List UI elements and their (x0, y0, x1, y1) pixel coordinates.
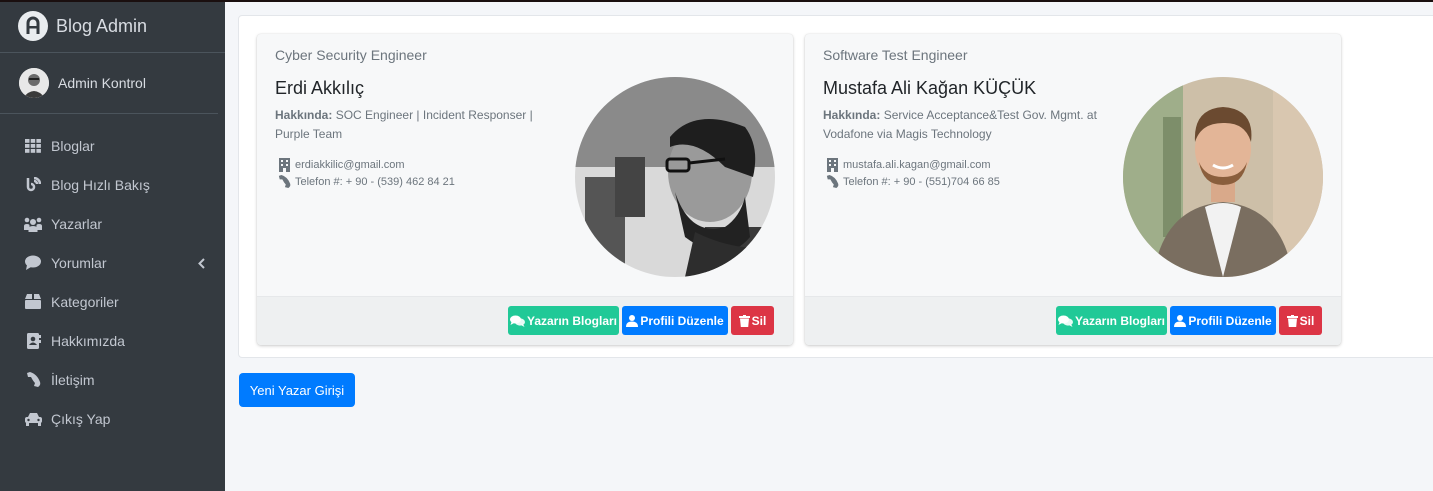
sidebar-item-hakkimizda[interactable]: Hakkımızda (0, 321, 225, 360)
building-icon (277, 158, 291, 172)
brand-link[interactable]: Blog Admin (0, 0, 225, 53)
phone-icon (24, 371, 42, 389)
sidebar-item-label: Blog Hızlı Bakış (51, 176, 150, 193)
sidebar-item-label: İletişim (51, 371, 95, 388)
author-phone: Telefon #: + 90 - (539) 462 84 21 (277, 175, 455, 188)
author-name: Erdi Akkılıç (275, 78, 365, 98)
main-content: Cyber Security Engineer Erdi Akkılıç Hak… (225, 0, 1433, 491)
author-title: Software Test Engineer (823, 47, 968, 63)
sidebar-item-label: Kategoriler (51, 293, 119, 310)
user-panel[interactable]: Admin Kontrol (0, 53, 218, 114)
sidebar: Blog Admin Admin Kontrol Bloglar Blog Hı… (0, 0, 225, 491)
sidebar-item-bloglar[interactable]: Bloglar (0, 126, 225, 165)
comment-icon (24, 254, 42, 272)
edit-profile-button[interactable]: Profili Düzenle (1170, 306, 1276, 335)
new-author-button[interactable]: Yeni Yazar Girişi (239, 373, 355, 407)
delete-button[interactable]: Sil (1279, 306, 1322, 335)
sidebar-item-yazarlar[interactable]: Yazarlar (0, 204, 225, 243)
author-name: Mustafa Ali Kağan KÜÇÜK (823, 78, 1037, 98)
user-icon (626, 314, 639, 327)
trash-icon (738, 314, 750, 327)
grid-icon (24, 137, 42, 155)
user-name: Admin Kontrol (58, 75, 146, 91)
card-footer: Yazarın Blogları Profili Düzenle Sil (805, 296, 1341, 345)
sidebar-item-label: Çıkış Yap (51, 410, 111, 427)
author-photo (575, 77, 775, 277)
users-icon (24, 215, 42, 233)
trash-icon (1286, 314, 1298, 327)
author-card: Cyber Security Engineer Erdi Akkılıç Hak… (257, 34, 793, 345)
car-icon (24, 410, 42, 428)
author-photo (1123, 77, 1323, 277)
avatar (19, 68, 49, 98)
chevron-left-icon[interactable] (198, 256, 205, 272)
authors-panel: Cyber Security Engineer Erdi Akkılıç Hak… (238, 15, 1433, 358)
comments-icon (1057, 315, 1073, 327)
sidebar-nav: Bloglar Blog Hızlı Bakış Yazarlar Yoruml… (0, 114, 225, 438)
author-title: Cyber Security Engineer (275, 47, 427, 63)
sidebar-item-label: Hakkımızda (51, 332, 125, 349)
user-icon (1174, 314, 1187, 327)
sidebar-item-cikis-yap[interactable]: Çıkış Yap (0, 399, 225, 438)
author-phone: Telefon #: + 90 - (551)704 66 85 (825, 175, 1000, 188)
sidebar-item-kategoriler[interactable]: Kategoriler (0, 282, 225, 321)
sidebar-item-label: Yorumlar (51, 254, 107, 271)
phone-icon (277, 175, 291, 188)
about-label: Hakkında: (823, 108, 881, 122)
comments-icon (509, 315, 525, 327)
edit-profile-button[interactable]: Profili Düzenle (622, 306, 728, 335)
author-card: Software Test Engineer Mustafa Ali Kağan… (805, 34, 1341, 345)
author-blogs-button[interactable]: Yazarın Blogları (1056, 306, 1167, 335)
building-icon (825, 158, 839, 172)
sidebar-item-label: Bloglar (51, 137, 95, 154)
sidebar-item-blog-hizli-bakis[interactable]: Blog Hızlı Bakış (0, 165, 225, 204)
blog-icon (24, 176, 42, 194)
brand-logo-icon (18, 11, 48, 41)
card-footer: Yazarın Blogları Profili Düzenle Sil (257, 296, 793, 345)
delete-button[interactable]: Sil (731, 306, 774, 335)
author-email: erdiakkilic@gmail.com (277, 158, 405, 172)
sidebar-item-iletisim[interactable]: İletişim (0, 360, 225, 399)
sidebar-item-yorumlar[interactable]: Yorumlar (0, 243, 225, 282)
author-blogs-button[interactable]: Yazarın Blogları (508, 306, 619, 335)
sidebar-item-label: Yazarlar (51, 215, 103, 232)
about-label: Hakkında: (275, 108, 333, 122)
author-email: mustafa.ali.kagan@gmail.com (825, 158, 991, 172)
phone-icon (825, 175, 839, 188)
author-about: Hakkında: Service Acceptance&Test Gov. M… (823, 106, 1115, 144)
box-icon (24, 293, 42, 311)
brand-title: Blog Admin (56, 15, 148, 36)
top-border (0, 0, 1433, 2)
author-about: Hakkında: SOC Engineer | Incident Respon… (275, 106, 567, 144)
address-book-icon (24, 332, 42, 350)
